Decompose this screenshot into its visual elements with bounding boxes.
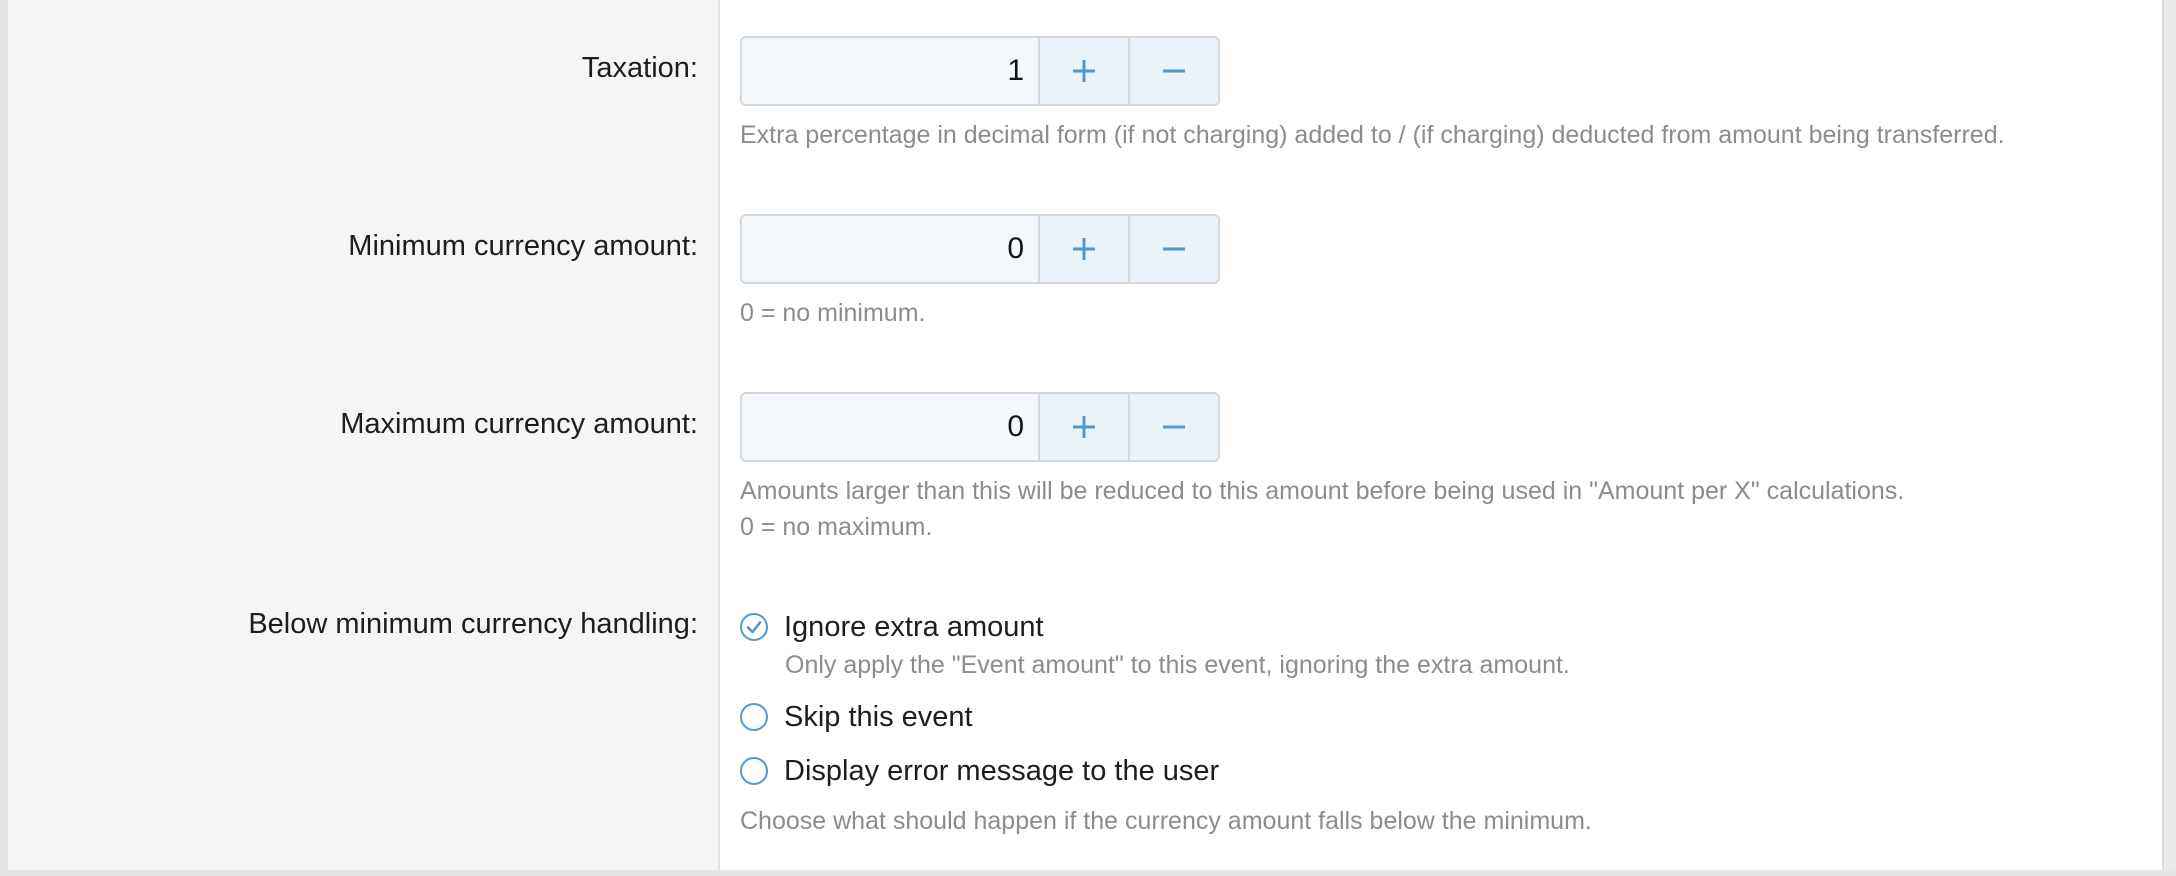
radio-unchecked-icon[interactable] <box>740 757 768 785</box>
minimum-currency-label: Minimum currency amount: <box>348 230 698 262</box>
plus-icon <box>1073 238 1095 260</box>
below-minimum-handling-hint: Choose what should happen if the currenc… <box>740 807 1592 835</box>
right-frame-border <box>2162 0 2176 876</box>
maximum-currency-stepper: 0 <box>740 392 1220 462</box>
checkmark-icon <box>746 621 762 634</box>
minus-icon <box>1163 425 1185 429</box>
maximum-currency-hint-line2: 0 = no maximum. <box>740 513 933 541</box>
minimum-currency-hint: 0 = no minimum. <box>740 299 926 327</box>
radio-option-ignore-extra-amount[interactable]: Ignore extra amount <box>740 607 1044 647</box>
minimum-increment-button[interactable] <box>1040 216 1128 282</box>
minimum-currency-input[interactable]: 0 <box>742 216 1040 282</box>
ignore-extra-amount-description: Only apply the "Event amount" to this ev… <box>785 651 1570 679</box>
maximum-currency-label: Maximum currency amount: <box>340 408 698 440</box>
maximum-currency-input[interactable]: 0 <box>742 394 1040 460</box>
radio-checked-icon[interactable] <box>740 613 768 641</box>
taxation-hint: Extra percentage in decimal form (if not… <box>740 121 2005 149</box>
taxation-label: Taxation: <box>581 52 698 84</box>
taxation-input[interactable]: 1 <box>742 38 1040 104</box>
plus-icon <box>1073 60 1095 82</box>
radio-option-display-error-message[interactable]: Display error message to the user <box>740 751 1219 791</box>
maximum-decrement-button[interactable] <box>1128 394 1218 460</box>
plus-icon <box>1073 416 1095 438</box>
taxation-stepper: 1 <box>740 36 1220 106</box>
radio-option-skip-this-event[interactable]: Skip this event <box>740 697 973 737</box>
radio-label-ignore-extra-amount: Ignore extra amount <box>784 610 1044 643</box>
taxation-increment-button[interactable] <box>1040 38 1128 104</box>
bottom-divider <box>0 870 2176 876</box>
minus-icon <box>1163 247 1185 251</box>
radio-label-display-error-message: Display error message to the user <box>784 754 1220 787</box>
taxation-decrement-button[interactable] <box>1128 38 1218 104</box>
left-frame-border <box>0 0 8 876</box>
maximum-currency-hint-line1: Amounts larger than this will be reduced… <box>740 477 1905 505</box>
minus-icon <box>1163 69 1185 73</box>
radio-unchecked-icon[interactable] <box>740 703 768 731</box>
radio-label-skip-this-event: Skip this event <box>784 700 973 733</box>
below-minimum-handling-label: Below minimum currency handling: <box>248 608 698 640</box>
maximum-increment-button[interactable] <box>1040 394 1128 460</box>
minimum-currency-stepper: 0 <box>740 214 1220 284</box>
options-form: Taxation: 1 Extra percentage in decimal … <box>0 0 2176 876</box>
minimum-decrement-button[interactable] <box>1128 216 1218 282</box>
